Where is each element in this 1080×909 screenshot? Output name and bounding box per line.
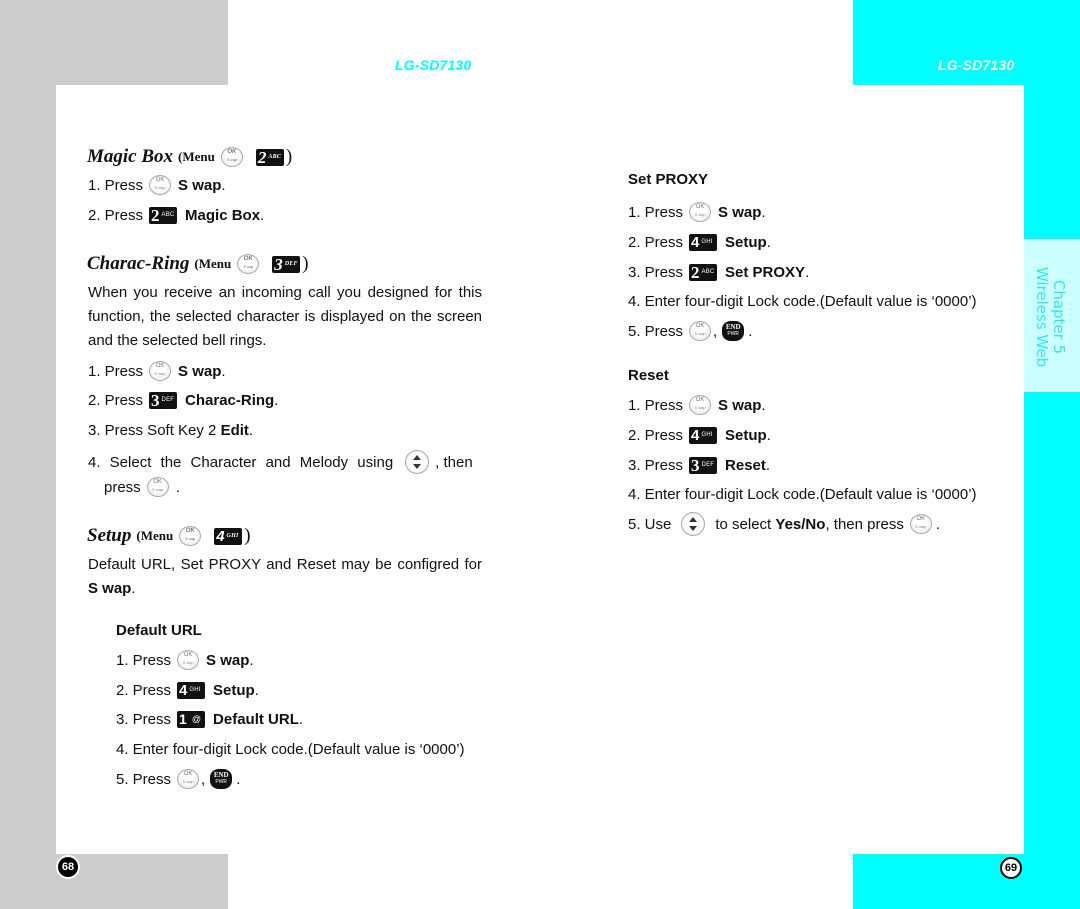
- model-name-right: LG-SD7130: [938, 57, 1015, 73]
- charac-ring-step-2: 2. Press 3 DEF Charac-Ring.: [88, 390, 279, 410]
- magic-box-step-1: 1. PressS wap.: [88, 175, 226, 195]
- charac-ring-step-4: 4. Select the Character and Melody using…: [88, 450, 482, 474]
- model-name-left: LG-SD7130: [395, 57, 472, 73]
- menu-label: (Menu: [178, 149, 215, 164]
- right-page-bottom-band: [853, 854, 1080, 909]
- chapter-number: Chapter 5: [1050, 279, 1068, 355]
- set-proxy-heading: Set PROXY: [628, 171, 709, 188]
- ok-swap-key-icon: [177, 769, 200, 789]
- section-title-text: Magic Box: [87, 146, 174, 167]
- setup-description: Default URL, Set PROXY and Reset may be …: [88, 556, 482, 597]
- reset-step-4: 4. Enter four-digit Lock code.(Default v…: [628, 485, 977, 503]
- charac-ring-description: When you receive an incoming call you de…: [88, 284, 482, 349]
- menu-label: (Menu: [194, 256, 232, 271]
- ok-swap-key-icon: [237, 254, 260, 274]
- reset-step-2: 2. Press 4 GHI Setup.: [628, 426, 771, 444]
- set-proxy-step-5: 5. Press,.: [628, 321, 752, 341]
- key-2-icon: 2 ABC: [149, 206, 178, 224]
- reset-step-5: 5. Useto select Yes/No, then press.: [628, 512, 940, 536]
- key-4-icon: 4 GHI: [214, 527, 243, 545]
- key-3-icon: 3 DEF: [272, 255, 301, 273]
- page-number-left: 68: [58, 857, 78, 877]
- key-1-icon: 1 @: [177, 710, 206, 728]
- page-number-right: 69: [1000, 857, 1022, 879]
- default-url-step-2: 2. Press 4 GHI Setup.: [116, 681, 259, 699]
- ok-swap-key-icon: [146, 477, 169, 497]
- set-proxy-step-3: 3. Press 2 ABC Set PROXY.: [628, 262, 810, 282]
- ok-swap-key-icon: [689, 321, 712, 341]
- ok-swap-key-icon: [177, 650, 200, 670]
- key-4-icon: 4 GHI: [689, 426, 718, 444]
- ok-swap-key-icon: [149, 175, 172, 195]
- reset-heading: Reset: [628, 367, 669, 384]
- key-3-icon: 3 DEF: [689, 456, 718, 474]
- charac-ring-step-3: 3. Press Soft Key 2 Edit.: [88, 421, 254, 439]
- set-proxy-step-4: 4. Enter four-digit Lock code.(Default v…: [628, 292, 977, 310]
- default-url-step-1: 1. PressS wap.: [116, 650, 254, 670]
- charac-ring-step-4-cont: press.: [104, 477, 180, 497]
- menu-close-paren: ): [285, 146, 293, 167]
- reset-step-1: 1. PressS wap.: [628, 395, 766, 415]
- section-title-text: Setup: [87, 525, 132, 546]
- menu-label: (Menu: [136, 528, 174, 543]
- default-url-step-4: 4. Enter four-digit Lock code.(Default v…: [116, 740, 465, 758]
- default-url-step-5: 5. Press,.: [116, 769, 240, 789]
- menu-close-paren: ): [302, 253, 309, 274]
- up-down-navigation-key-icon: [405, 450, 430, 474]
- ok-swap-key-icon: [220, 147, 243, 167]
- section-title-setup: Setup (Menu 4GHI ): [87, 525, 251, 547]
- left-page-side-band: [0, 85, 56, 854]
- key-4-icon: 4 GHI: [689, 233, 718, 251]
- key-3-icon: 3 DEF: [149, 391, 178, 409]
- reset-step-3: 3. Press 3 DEF Reset.: [628, 455, 771, 475]
- set-proxy-step-2: 2. Press 4 GHI Setup.: [628, 233, 771, 251]
- right-page-side-band: [1024, 85, 1080, 854]
- set-proxy-step-1: 1. PressS wap.: [628, 202, 766, 222]
- section-title-magic-box: Magic Box (Menu 2ABC ): [87, 146, 292, 168]
- ok-swap-key-icon: [149, 361, 172, 381]
- charac-ring-step-1: 1. PressS wap.: [88, 361, 226, 381]
- chapter-title: Wireless Web: [1033, 266, 1051, 368]
- key-2-icon: 2 ABC: [689, 263, 718, 281]
- end-pwr-key-icon: [210, 769, 233, 789]
- ok-swap-key-icon: [689, 202, 712, 222]
- left-page-top-band: [0, 0, 228, 85]
- key-2-icon: 2 ABC: [255, 148, 284, 166]
- ok-swap-key-icon: [909, 514, 932, 534]
- ok-swap-key-icon: [689, 395, 712, 415]
- default-url-step-3: 3. Press 1 @ Default URL.: [116, 710, 304, 728]
- ok-swap-key-icon: [179, 526, 202, 546]
- end-pwr-key-icon: [722, 321, 745, 341]
- left-page-bottom-band: [0, 854, 228, 909]
- section-title-charac-ring: Charac-Ring (Menu 3DEF ): [87, 253, 309, 275]
- default-url-heading: Default URL: [116, 622, 202, 639]
- up-down-navigation-key-icon: [681, 512, 706, 536]
- key-4-icon: 4 GHI: [177, 681, 206, 699]
- section-title-text: Charac-Ring: [87, 253, 190, 274]
- magic-box-step-2: 2. Press 2 ABC Magic Box.: [88, 205, 265, 225]
- chapter-label: Chapter 5 Wireless Web: [1022, 262, 1078, 372]
- menu-close-paren: ): [244, 525, 251, 546]
